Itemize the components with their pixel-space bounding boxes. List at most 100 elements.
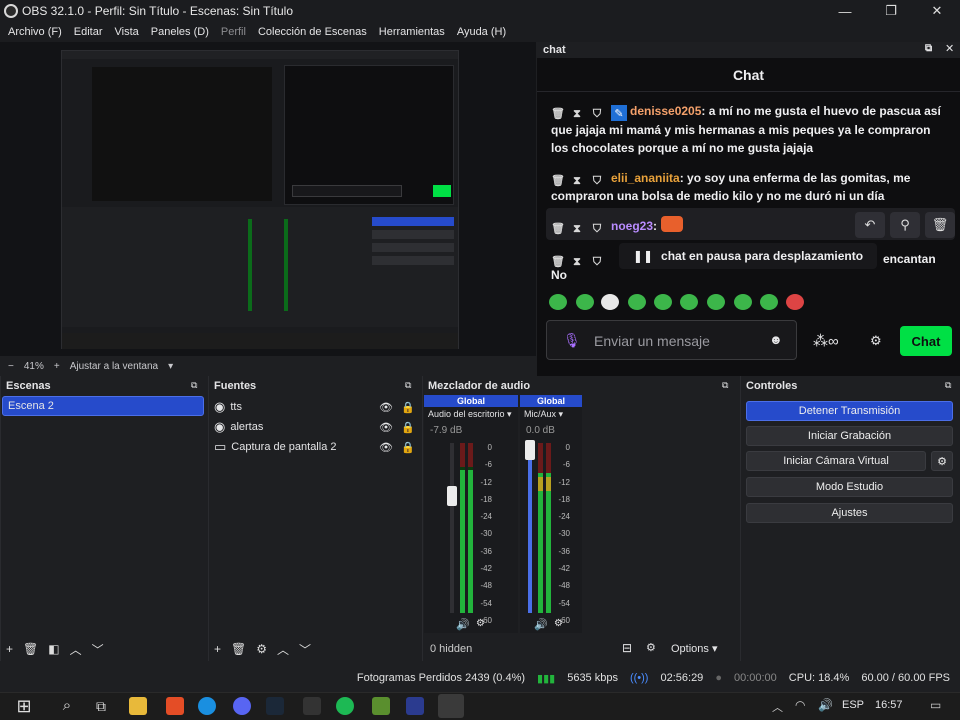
chevron-down-icon[interactable]: ﹀ <box>92 641 104 658</box>
speaker-icon[interactable]: 🔊 <box>534 618 548 631</box>
add-icon[interactable]: + <box>214 642 221 656</box>
menu-archivo[interactable]: Archivo (F) <box>2 26 68 38</box>
float-dock-icon[interactable]: ⧉ <box>405 380 411 391</box>
emote-icon[interactable] <box>734 294 752 310</box>
float-dock-icon[interactable]: ⧉ <box>945 380 951 391</box>
start-icon[interactable]: ⊞ <box>15 697 33 715</box>
steam-icon[interactable] <box>266 697 284 715</box>
brave-icon[interactable] <box>166 697 184 715</box>
menu-herramientas[interactable]: Herramientas <box>373 26 451 38</box>
start-virtual-camera-button[interactable]: Iniciar Cámara Virtual <box>746 451 926 471</box>
trash-icon[interactable]: 🗑 <box>551 220 565 235</box>
maximize-button[interactable]: ❐ <box>868 0 914 22</box>
menu-editar[interactable]: Editar <box>68 26 109 38</box>
clock[interactable]: 16:57 <box>875 699 903 711</box>
scene-item[interactable]: Escena 2 <box>2 396 204 416</box>
settings-button[interactable]: Ajustes <box>746 503 953 523</box>
emote-icon[interactable] <box>654 294 672 310</box>
chat-username[interactable]: elii_ananiita <box>611 171 680 185</box>
pin-button[interactable]: ⚲ <box>890 212 920 238</box>
task-view-icon[interactable]: ⧉ <box>92 697 110 715</box>
chevron-up-icon[interactable]: ︿ <box>277 641 289 658</box>
volume-track[interactable] <box>528 443 532 613</box>
lock-icon[interactable]: 🔒 <box>401 421 415 434</box>
delete-button[interactable]: 🗑 <box>925 212 955 238</box>
menu-vista[interactable]: Vista <box>109 26 145 38</box>
eye-icon[interactable]: 👁 <box>379 421 393 434</box>
microphone-icon[interactable]: 🎙 <box>563 332 581 349</box>
channel-name[interactable]: Audio del escritorio ▾ <box>428 409 520 420</box>
eye-icon[interactable]: 👁 <box>379 441 393 454</box>
emote-icon[interactable] <box>786 294 804 310</box>
lock-icon[interactable]: 🔒 <box>401 441 415 454</box>
settings-icon[interactable]: ⚙ <box>554 618 563 629</box>
epic-games-icon[interactable] <box>303 697 321 715</box>
source-item[interactable]: ◉ alertas 👁 🔒 <box>214 417 415 437</box>
channel-points-icon[interactable]: ⁂∞ <box>813 332 839 350</box>
lock-icon[interactable]: 🔒 <box>401 401 415 414</box>
search-icon[interactable]: ⌕ <box>58 697 76 715</box>
menu-ayuda[interactable]: Ayuda (H) <box>451 26 512 38</box>
notification-icon[interactable]: ▭ <box>930 698 941 712</box>
volume-track[interactable] <box>450 443 454 613</box>
emote-icon[interactable] <box>576 294 594 310</box>
close-dock-icon[interactable]: ✕ <box>945 42 954 55</box>
spotify-icon[interactable] <box>336 697 354 715</box>
emote-icon[interactable] <box>549 294 567 310</box>
mixer-options[interactable]: Options ▾ <box>671 642 718 655</box>
chat-username[interactable]: noeg23 <box>611 219 653 233</box>
gear-icon[interactable]: ⚙ <box>256 642 267 656</box>
photoshop-icon[interactable] <box>406 697 424 715</box>
emoji-icon[interactable]: ☻ <box>769 332 783 347</box>
settings-icon[interactable]: ⚙ <box>476 618 485 629</box>
studio-mode-button[interactable]: Modo Estudio <box>746 477 953 497</box>
wifi-icon[interactable]: ◠ <box>795 698 805 712</box>
eye-icon[interactable]: 👁 <box>379 401 393 414</box>
trash-icon[interactable]: 🗑 <box>551 253 565 268</box>
timeout-icon[interactable]: ⧗ <box>571 220 583 235</box>
chevron-down-icon[interactable]: ﹀ <box>299 641 311 658</box>
layout-icon[interactable]: ⊟ <box>622 641 632 655</box>
volume-slider[interactable] <box>447 486 457 506</box>
zoom-out-button[interactable]: − <box>8 361 14 372</box>
chevron-up-icon[interactable]: ︿ <box>772 699 783 715</box>
close-button[interactable]: ✕ <box>914 0 960 22</box>
start-recording-button[interactable]: Iniciar Grabación <box>746 426 953 446</box>
chat-pause-banner[interactable]: ❚❚ chat en pausa para desplazamiento <box>619 243 877 269</box>
gear-icon[interactable]: ⚙ <box>931 451 953 471</box>
minecraft-icon[interactable] <box>372 697 390 715</box>
float-dock-icon[interactable]: ⧉ <box>722 380 728 391</box>
file-explorer-icon[interactable] <box>129 697 147 715</box>
chevron-down-icon[interactable]: ▾ <box>168 361 173 372</box>
float-dock-icon[interactable]: ⧉ <box>191 380 197 391</box>
speaker-icon[interactable]: 🔊 <box>456 618 470 631</box>
timeout-icon[interactable]: ⧗ <box>571 172 583 187</box>
timeout-icon[interactable]: ⧗ <box>571 105 583 120</box>
hidden-count[interactable]: 0 hidden <box>430 643 472 655</box>
obs-taskbar-icon[interactable] <box>438 694 464 718</box>
chevron-up-icon[interactable]: ︿ <box>70 641 82 658</box>
channel-name[interactable]: Mic/Aux ▾ <box>524 409 582 420</box>
language-indicator[interactable]: ESP <box>842 699 864 711</box>
timeout-icon[interactable]: ⧗ <box>571 253 583 268</box>
trash-icon[interactable]: 🗑 <box>551 172 565 187</box>
chat-send-button[interactable]: Chat <box>900 326 952 356</box>
trash-icon[interactable]: 🗑 <box>551 105 565 120</box>
menu-paneles[interactable]: Paneles (D) <box>145 26 215 38</box>
float-dock-icon[interactable]: ⧉ <box>925 43 932 54</box>
emote-icon[interactable] <box>707 294 725 310</box>
filter-icon[interactable]: ◧ <box>48 642 59 656</box>
trash-icon[interactable]: 🗑 <box>23 642 38 656</box>
add-icon[interactable]: + <box>6 642 13 656</box>
zoom-in-button[interactable]: + <box>54 361 60 372</box>
emote-icon[interactable] <box>628 294 646 310</box>
edge-icon[interactable] <box>198 697 216 715</box>
reply-button[interactable]: ↶ <box>855 212 885 238</box>
emote-icon[interactable] <box>680 294 698 310</box>
fit-window-select[interactable]: Ajustar a la ventana <box>70 361 158 372</box>
minimize-button[interactable]: — <box>822 0 868 22</box>
advanced-settings-icon[interactable]: ⚙ <box>646 641 656 654</box>
source-item[interactable]: ◉ tts 👁 🔒 <box>214 397 415 417</box>
emote-icon[interactable] <box>760 294 778 310</box>
chat-input[interactable]: 🎙 Enviar un mensaje ☻ <box>546 320 797 360</box>
